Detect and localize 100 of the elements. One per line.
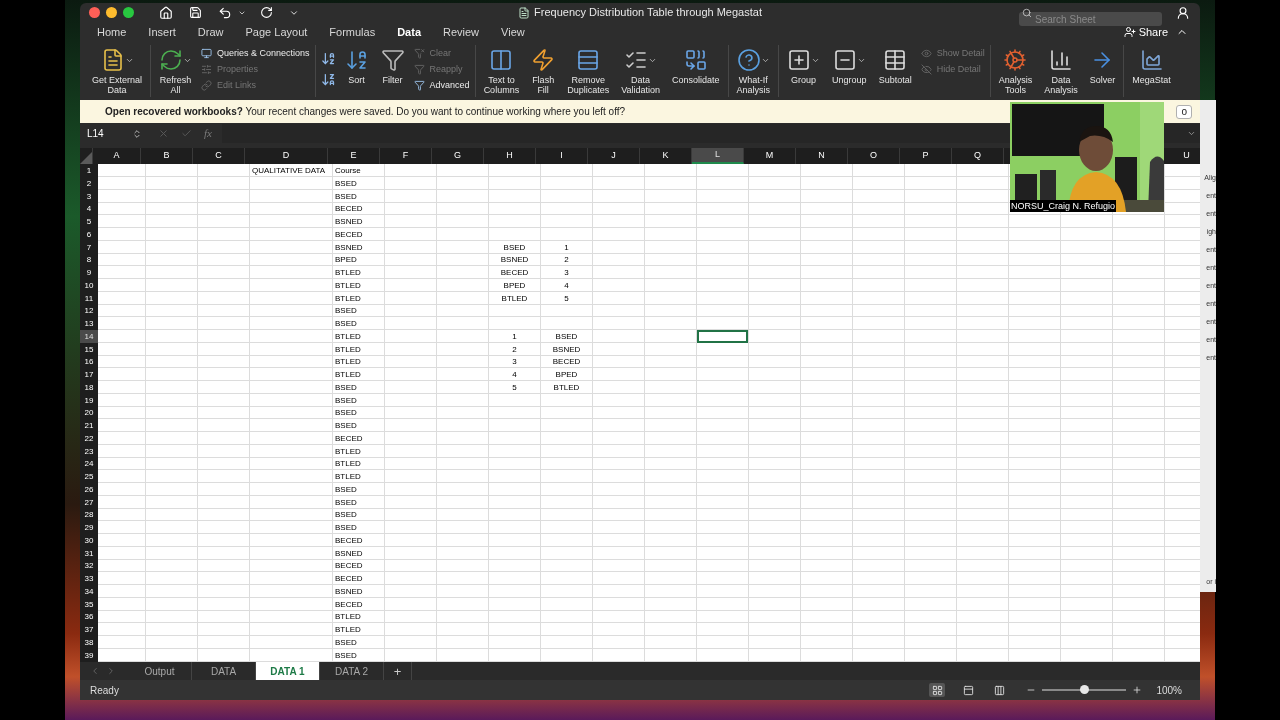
row-header[interactable]: 6 bbox=[80, 228, 98, 241]
ribbon-button[interactable]: What-If Analysis bbox=[733, 45, 774, 97]
sort-ascending-icon[interactable] bbox=[320, 51, 336, 66]
ribbon-button[interactable]: Group bbox=[784, 45, 824, 97]
column-header[interactable]: L bbox=[692, 148, 744, 164]
ribbon-tab[interactable]: Review bbox=[443, 23, 480, 41]
home-icon[interactable] bbox=[159, 5, 173, 20]
row-header[interactable]: 27 bbox=[80, 496, 98, 509]
minimize-button[interactable] bbox=[106, 7, 117, 18]
name-box[interactable]: L14 bbox=[80, 124, 144, 143]
row-header[interactable]: 5 bbox=[80, 215, 98, 228]
undo-icon[interactable] bbox=[218, 5, 232, 20]
row-header[interactable]: 18 bbox=[80, 381, 98, 394]
column-header[interactable]: C bbox=[193, 148, 245, 164]
row-header[interactable]: 21 bbox=[80, 419, 98, 432]
row-header[interactable]: 38 bbox=[80, 636, 98, 649]
row-header[interactable]: 24 bbox=[80, 458, 98, 470]
stepper-icon[interactable] bbox=[132, 128, 142, 139]
ribbon-tab[interactable]: Data bbox=[397, 23, 421, 41]
row-header[interactable]: 35 bbox=[80, 598, 98, 611]
row-header[interactable]: 20 bbox=[80, 407, 98, 419]
column-header[interactable]: I bbox=[536, 148, 588, 164]
slider-thumb[interactable] bbox=[1080, 685, 1090, 694]
selected-cell[interactable] bbox=[697, 330, 748, 343]
row-header[interactable]: 23 bbox=[80, 445, 98, 458]
ribbon-button[interactable]: Subtotal bbox=[875, 45, 915, 97]
row-header[interactable]: 16 bbox=[80, 356, 98, 368]
column-header[interactable]: N bbox=[796, 148, 848, 164]
row-header[interactable]: 22 bbox=[80, 432, 98, 445]
maximize-button[interactable] bbox=[123, 7, 134, 18]
row-header[interactable]: 2 bbox=[80, 177, 98, 190]
row-header[interactable]: 14 bbox=[80, 330, 98, 343]
row-header[interactable]: 7 bbox=[80, 241, 98, 254]
column-header[interactable]: O bbox=[848, 148, 900, 164]
ribbon-tab[interactable]: Page Layout bbox=[245, 23, 308, 41]
ribbon-tab[interactable]: Insert bbox=[148, 23, 176, 41]
close-button[interactable] bbox=[89, 7, 100, 18]
ribbon-button[interactable]: Ungroup bbox=[829, 45, 870, 97]
redo-icon[interactable] bbox=[260, 6, 273, 19]
ribbon-button[interactable]: Data Analysis bbox=[1041, 45, 1081, 97]
expand-icon[interactable] bbox=[1187, 129, 1196, 138]
ribbon-button[interactable]: Advanced bbox=[413, 79, 470, 91]
column-header[interactable]: F bbox=[380, 148, 432, 164]
zoom-in-icon[interactable] bbox=[1132, 685, 1143, 695]
row-header[interactable]: 36 bbox=[80, 611, 98, 623]
row-header[interactable]: 19 bbox=[80, 394, 98, 407]
row-header[interactable]: 13 bbox=[80, 317, 98, 330]
row-header[interactable]: 8 bbox=[80, 254, 98, 266]
row-header[interactable]: 28 bbox=[80, 509, 98, 521]
sheet-tab[interactable]: DATA 1 bbox=[256, 662, 320, 680]
ribbon-tab[interactable]: Draw bbox=[197, 23, 224, 41]
save-icon[interactable] bbox=[189, 6, 202, 19]
share-button[interactable]: Share bbox=[1123, 23, 1168, 41]
ribbon-button[interactable]: Get External Data bbox=[89, 45, 146, 97]
row-header[interactable]: 1 bbox=[80, 164, 98, 177]
ribbon-button[interactable]: Filter bbox=[377, 45, 408, 97]
column-header[interactable]: P bbox=[900, 148, 952, 164]
ribbon-tab[interactable]: Formulas bbox=[329, 23, 376, 41]
row-header[interactable]: 29 bbox=[80, 521, 98, 534]
row-header[interactable]: 15 bbox=[80, 343, 98, 356]
ribbon-button[interactable]: Analysis Tools bbox=[995, 45, 1036, 97]
ribbon-button[interactable]: MegaStat bbox=[1129, 45, 1174, 97]
row-header[interactable]: 10 bbox=[80, 279, 98, 292]
row-header[interactable]: 33 bbox=[80, 572, 98, 585]
ribbon-button[interactable]: Refresh All bbox=[156, 45, 196, 97]
ribbon-tab[interactable]: View bbox=[501, 23, 525, 41]
row-header[interactable]: 4 bbox=[80, 203, 98, 215]
person-icon[interactable] bbox=[1176, 5, 1190, 20]
row-header[interactable]: 17 bbox=[80, 368, 98, 381]
column-header[interactable]: G bbox=[432, 148, 484, 164]
row-header[interactable]: 31 bbox=[80, 547, 98, 560]
ribbon-button[interactable]: Text to Columns bbox=[480, 45, 523, 97]
ribbon-button[interactable]: Solver bbox=[1086, 45, 1119, 97]
column-header[interactable]: Q bbox=[952, 148, 1004, 164]
ribbon-button[interactable]: Sort bbox=[341, 45, 372, 97]
ribbon-button[interactable]: Queries & Connections bbox=[201, 47, 310, 59]
row-header[interactable]: 34 bbox=[80, 585, 98, 598]
row-header[interactable]: 25 bbox=[80, 470, 98, 483]
ribbon-button[interactable]: Remove Duplicates bbox=[564, 45, 613, 97]
search-field[interactable]: Search Sheet bbox=[1019, 12, 1162, 26]
ribbon-button[interactable]: Flash Fill bbox=[528, 45, 559, 97]
ribbon-button[interactable]: Data Validation bbox=[618, 45, 664, 97]
column-header[interactable]: D bbox=[245, 148, 328, 164]
row-header[interactable]: 37 bbox=[80, 623, 98, 636]
row-header[interactable]: 3 bbox=[80, 190, 98, 203]
column-header[interactable]: J bbox=[588, 148, 640, 164]
column-header[interactable]: H bbox=[484, 148, 536, 164]
row-header[interactable]: 9 bbox=[80, 266, 98, 279]
view-button[interactable] bbox=[929, 683, 946, 697]
row-header[interactable]: 12 bbox=[80, 305, 98, 317]
column-header[interactable]: M bbox=[744, 148, 796, 164]
sort-descending-icon[interactable] bbox=[320, 72, 336, 87]
column-header[interactable]: B bbox=[141, 148, 193, 164]
row-header[interactable]: 30 bbox=[80, 534, 98, 547]
row-header[interactable]: 39 bbox=[80, 649, 98, 662]
ribbon-tab[interactable]: Home bbox=[97, 23, 127, 41]
column-header[interactable]: E bbox=[328, 148, 380, 164]
row-header[interactable]: 26 bbox=[80, 483, 98, 496]
ribbon-button[interactable]: Consolidate bbox=[669, 45, 723, 97]
info-button[interactable]: o bbox=[1176, 104, 1192, 119]
